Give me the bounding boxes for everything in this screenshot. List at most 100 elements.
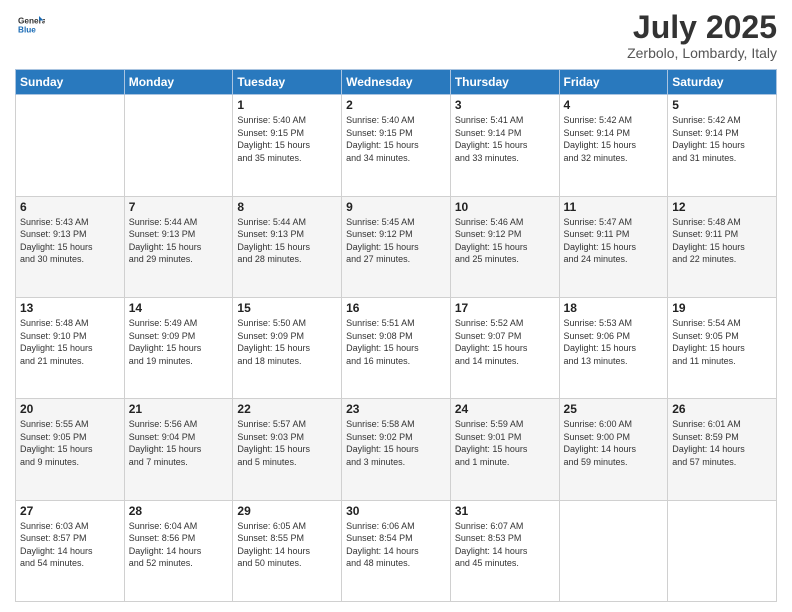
day-info: Sunrise: 5:53 AM Sunset: 9:06 PM Dayligh…	[564, 317, 664, 367]
day-number: 8	[237, 200, 337, 214]
calendar-cell: 13 Sunrise: 5:48 AM Sunset: 9:10 PM Dayli…	[16, 297, 125, 398]
month-title: July 2025	[627, 10, 777, 45]
calendar-cell: 22 Sunrise: 5:57 AM Sunset: 9:03 PM Dayli…	[233, 399, 342, 500]
page: General Blue July 2025 Zerbolo, Lombardy…	[0, 0, 792, 612]
day-info: Sunrise: 6:04 AM Sunset: 8:56 PM Dayligh…	[129, 520, 229, 570]
day-info: Sunrise: 5:42 AM Sunset: 9:14 PM Dayligh…	[672, 114, 772, 164]
calendar-cell: 11 Sunrise: 5:47 AM Sunset: 9:11 PM Dayli…	[559, 196, 668, 297]
calendar-cell: 31 Sunrise: 6:07 AM Sunset: 8:53 PM Dayli…	[450, 500, 559, 601]
day-number: 23	[346, 402, 446, 416]
calendar-header-row: SundayMondayTuesdayWednesdayThursdayFrid…	[16, 70, 777, 95]
day-number: 25	[564, 402, 664, 416]
logo: General Blue	[15, 10, 45, 40]
calendar-cell: 15 Sunrise: 5:50 AM Sunset: 9:09 PM Dayli…	[233, 297, 342, 398]
calendar-cell: 5 Sunrise: 5:42 AM Sunset: 9:14 PM Daylig…	[668, 95, 777, 196]
day-header-tuesday: Tuesday	[233, 70, 342, 95]
day-info: Sunrise: 5:52 AM Sunset: 9:07 PM Dayligh…	[455, 317, 555, 367]
calendar-cell: 18 Sunrise: 5:53 AM Sunset: 9:06 PM Dayli…	[559, 297, 668, 398]
calendar-cell: 25 Sunrise: 6:00 AM Sunset: 9:00 PM Dayli…	[559, 399, 668, 500]
calendar-cell: 29 Sunrise: 6:05 AM Sunset: 8:55 PM Dayli…	[233, 500, 342, 601]
week-row-4: 20Sunrise: 5:55 AM Sunset: 9:05 PM Dayli…	[16, 399, 777, 500]
day-info: Sunrise: 5:40 AM Sunset: 9:15 PM Dayligh…	[237, 114, 337, 164]
header: General Blue July 2025 Zerbolo, Lombardy…	[15, 10, 777, 61]
calendar-cell	[668, 500, 777, 601]
day-number: 18	[564, 301, 664, 315]
day-info: Sunrise: 5:41 AM Sunset: 9:14 PM Dayligh…	[455, 114, 555, 164]
svg-text:General: General	[18, 17, 45, 26]
day-info: Sunrise: 5:54 AM Sunset: 9:05 PM Dayligh…	[672, 317, 772, 367]
day-number: 24	[455, 402, 555, 416]
day-number: 2	[346, 98, 446, 112]
day-info: Sunrise: 5:48 AM Sunset: 9:11 PM Dayligh…	[672, 216, 772, 266]
day-number: 11	[564, 200, 664, 214]
day-info: Sunrise: 5:49 AM Sunset: 9:09 PM Dayligh…	[129, 317, 229, 367]
calendar-cell	[16, 95, 125, 196]
day-info: Sunrise: 5:57 AM Sunset: 9:03 PM Dayligh…	[237, 418, 337, 468]
day-number: 13	[20, 301, 120, 315]
day-number: 17	[455, 301, 555, 315]
day-info: Sunrise: 6:00 AM Sunset: 9:00 PM Dayligh…	[564, 418, 664, 468]
calendar-cell: 6 Sunrise: 5:43 AM Sunset: 9:13 PM Daylig…	[16, 196, 125, 297]
day-info: Sunrise: 6:06 AM Sunset: 8:54 PM Dayligh…	[346, 520, 446, 570]
calendar-cell: 3 Sunrise: 5:41 AM Sunset: 9:14 PM Daylig…	[450, 95, 559, 196]
day-info: Sunrise: 5:42 AM Sunset: 9:14 PM Dayligh…	[564, 114, 664, 164]
calendar-cell: 16Sunrise: 5:51 AM Sunset: 9:08 PM Dayli…	[342, 297, 451, 398]
calendar-cell: 8 Sunrise: 5:44 AM Sunset: 9:13 PM Daylig…	[233, 196, 342, 297]
day-number: 29	[237, 504, 337, 518]
day-info: Sunrise: 5:50 AM Sunset: 9:09 PM Dayligh…	[237, 317, 337, 367]
day-info: Sunrise: 5:46 AM Sunset: 9:12 PM Dayligh…	[455, 216, 555, 266]
day-info: Sunrise: 5:47 AM Sunset: 9:11 PM Dayligh…	[564, 216, 664, 266]
day-info: Sunrise: 5:59 AM Sunset: 9:01 PM Dayligh…	[455, 418, 555, 468]
day-number: 31	[455, 504, 555, 518]
day-info: Sunrise: 6:07 AM Sunset: 8:53 PM Dayligh…	[455, 520, 555, 570]
day-info: Sunrise: 6:01 AM Sunset: 8:59 PM Dayligh…	[672, 418, 772, 468]
day-info: Sunrise: 5:45 AM Sunset: 9:12 PM Dayligh…	[346, 216, 446, 266]
day-number: 21	[129, 402, 229, 416]
calendar-table: SundayMondayTuesdayWednesdayThursdayFrid…	[15, 69, 777, 602]
day-number: 15	[237, 301, 337, 315]
day-header-friday: Friday	[559, 70, 668, 95]
day-number: 26	[672, 402, 772, 416]
day-info: Sunrise: 5:44 AM Sunset: 9:13 PM Dayligh…	[129, 216, 229, 266]
day-header-saturday: Saturday	[668, 70, 777, 95]
calendar-cell: 30 Sunrise: 6:06 AM Sunset: 8:54 PM Dayli…	[342, 500, 451, 601]
day-number: 4	[564, 98, 664, 112]
day-header-wednesday: Wednesday	[342, 70, 451, 95]
day-number: 14	[129, 301, 229, 315]
calendar-cell	[124, 95, 233, 196]
calendar-cell: 17 Sunrise: 5:52 AM Sunset: 9:07 PM Dayli…	[450, 297, 559, 398]
calendar-cell	[559, 500, 668, 601]
calendar-cell: 7 Sunrise: 5:44 AM Sunset: 9:13 PM Daylig…	[124, 196, 233, 297]
day-number: 30	[346, 504, 446, 518]
day-number: 27	[20, 504, 120, 518]
day-number: 10	[455, 200, 555, 214]
week-row-1: 1Sunrise: 5:40 AM Sunset: 9:15 PM Daylig…	[16, 95, 777, 196]
calendar-cell: 23Sunrise: 5:58 AM Sunset: 9:02 PM Dayli…	[342, 399, 451, 500]
day-info: Sunrise: 5:48 AM Sunset: 9:10 PM Dayligh…	[20, 317, 120, 367]
day-number: 6	[20, 200, 120, 214]
day-number: 9	[346, 200, 446, 214]
day-number: 12	[672, 200, 772, 214]
day-number: 5	[672, 98, 772, 112]
calendar-cell: 24 Sunrise: 5:59 AM Sunset: 9:01 PM Dayli…	[450, 399, 559, 500]
day-number: 3	[455, 98, 555, 112]
day-number: 20	[20, 402, 120, 416]
calendar-cell: 26 Sunrise: 6:01 AM Sunset: 8:59 PM Dayli…	[668, 399, 777, 500]
calendar-cell: 12 Sunrise: 5:48 AM Sunset: 9:11 PM Dayli…	[668, 196, 777, 297]
day-number: 28	[129, 504, 229, 518]
day-number: 22	[237, 402, 337, 416]
week-row-5: 27 Sunrise: 6:03 AM Sunset: 8:57 PM Dayli…	[16, 500, 777, 601]
day-number: 7	[129, 200, 229, 214]
day-info: Sunrise: 6:03 AM Sunset: 8:57 PM Dayligh…	[20, 520, 120, 570]
day-header-sunday: Sunday	[16, 70, 125, 95]
calendar-cell: 27 Sunrise: 6:03 AM Sunset: 8:57 PM Dayli…	[16, 500, 125, 601]
day-info: Sunrise: 6:05 AM Sunset: 8:55 PM Dayligh…	[237, 520, 337, 570]
day-info: Sunrise: 5:44 AM Sunset: 9:13 PM Dayligh…	[237, 216, 337, 266]
day-info: Sunrise: 5:43 AM Sunset: 9:13 PM Dayligh…	[20, 216, 120, 266]
calendar-cell: 4 Sunrise: 5:42 AM Sunset: 9:14 PM Daylig…	[559, 95, 668, 196]
day-number: 19	[672, 301, 772, 315]
calendar-cell: 21Sunrise: 5:56 AM Sunset: 9:04 PM Dayli…	[124, 399, 233, 500]
calendar-cell: 1Sunrise: 5:40 AM Sunset: 9:15 PM Daylig…	[233, 95, 342, 196]
location: Zerbolo, Lombardy, Italy	[627, 45, 777, 61]
day-info: Sunrise: 5:51 AM Sunset: 9:08 PM Dayligh…	[346, 317, 446, 367]
